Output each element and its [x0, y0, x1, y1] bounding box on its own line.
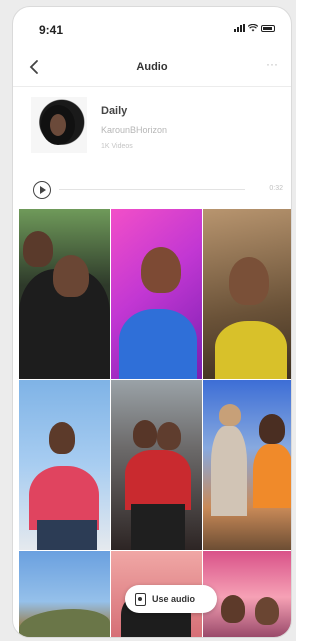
- page-title: Audio: [136, 61, 168, 73]
- track-title: Daily: [101, 105, 128, 117]
- nav-bar: Audio ···: [13, 47, 291, 87]
- status-bar: 9:41: [13, 7, 291, 43]
- video-tile[interactable]: [111, 380, 202, 550]
- video-count: 1K Videos: [101, 143, 133, 150]
- status-time: 9:41: [39, 23, 64, 37]
- use-audio-button[interactable]: Use audio: [125, 585, 217, 613]
- album-art: [31, 97, 87, 153]
- video-grid: [19, 209, 291, 637]
- app-screen: 9:41 Audio ··· Daily KarounBHorizon 1K V…: [12, 6, 292, 638]
- use-audio-label: Use audio: [152, 594, 196, 604]
- audio-player: 0:32: [29, 179, 285, 199]
- camera-icon: [135, 592, 146, 606]
- progress-bar[interactable]: [59, 189, 245, 190]
- video-tile[interactable]: [203, 380, 291, 550]
- cellular-signal-icon: [234, 24, 245, 32]
- video-tile[interactable]: [203, 209, 291, 379]
- video-tile[interactable]: [19, 209, 110, 379]
- more-options-icon[interactable]: ···: [261, 55, 283, 77]
- duration-label: 0:32: [269, 185, 283, 192]
- battery-icon: [261, 24, 275, 32]
- video-tile[interactable]: [19, 380, 110, 550]
- video-tile[interactable]: [111, 209, 202, 379]
- audio-header: Daily KarounBHorizon 1K Videos 0:32: [13, 89, 291, 209]
- phone-frame: 9:41 Audio ··· Daily KarounBHorizon 1K V…: [0, 0, 296, 641]
- track-artist[interactable]: KarounBHorizon: [101, 125, 167, 135]
- play-button[interactable]: [33, 181, 51, 199]
- status-icons: [234, 24, 275, 32]
- video-tile[interactable]: [19, 551, 110, 637]
- wifi-icon: [248, 24, 258, 32]
